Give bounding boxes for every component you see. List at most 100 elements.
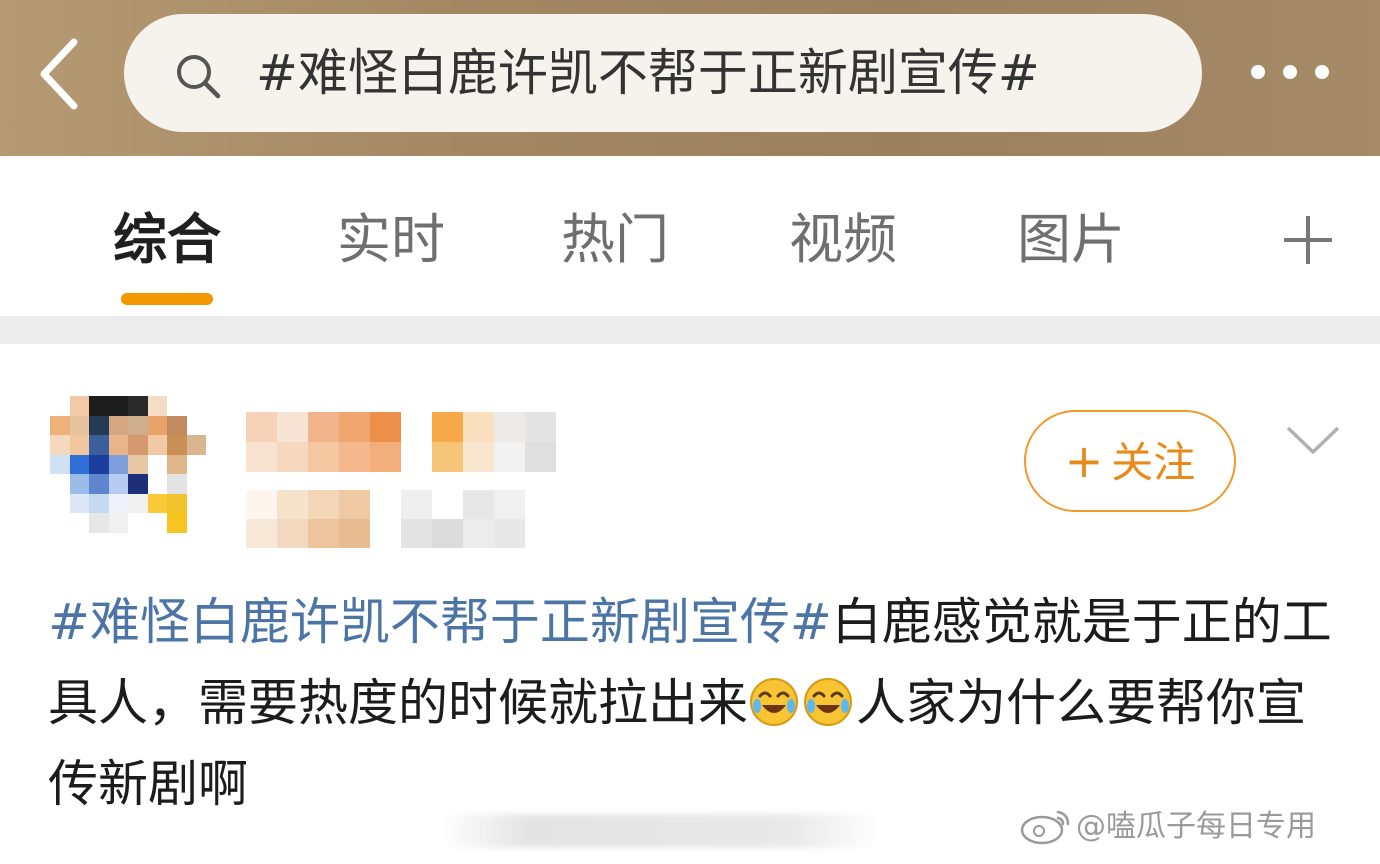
mosaic-pixel	[69, 532, 89, 552]
mosaic-pixel	[432, 442, 463, 472]
mosaic-pixel	[525, 442, 556, 472]
mosaic-pixel	[108, 474, 128, 494]
mosaic-pixel	[147, 493, 167, 513]
mosaic-pixel	[69, 415, 89, 435]
mosaic-pixel	[128, 454, 148, 474]
tab-realtime[interactable]: 实时	[324, 200, 458, 280]
mosaic-pixel	[246, 519, 277, 548]
mosaic-pixel	[494, 519, 525, 548]
mosaic-pixel	[463, 490, 494, 519]
mosaic-pixel	[147, 435, 167, 455]
mosaic-pixel	[89, 493, 109, 513]
tab-images[interactable]: 图片	[1004, 200, 1138, 280]
mosaic-pixel	[167, 435, 187, 455]
post-meta-blurred	[246, 490, 556, 548]
mosaic-pixel	[277, 412, 308, 442]
search-header: #难怪白鹿许凯不帮于正新剧宣传#	[0, 0, 1380, 156]
mosaic-pixel	[370, 442, 401, 472]
mosaic-pixel	[50, 493, 70, 513]
mosaic-pixel	[69, 454, 89, 474]
mosaic-pixel	[50, 415, 70, 435]
mosaic-pixel	[108, 454, 128, 474]
follow-button[interactable]: + 关注	[1024, 410, 1236, 512]
add-tab-button[interactable]	[1280, 212, 1336, 268]
mosaic-pixel	[525, 519, 556, 548]
mosaic-pixel	[186, 474, 206, 494]
mosaic-pixel	[167, 493, 187, 513]
avatar[interactable]	[50, 396, 206, 552]
mosaic-pixel	[339, 490, 370, 519]
mosaic-pixel	[370, 490, 401, 519]
mosaic-pixel	[186, 435, 206, 455]
tab-hot[interactable]: 热门	[548, 200, 682, 280]
plus-icon: +	[1064, 434, 1104, 488]
mosaic-pixel	[432, 519, 463, 548]
post-card: + 关注 #难怪白鹿许凯不帮于正新剧宣传#白鹿感觉就是于正的工具人，需要热度的时候…	[0, 344, 1380, 864]
more-horizontal-icon	[1251, 65, 1329, 79]
mosaic-pixel	[128, 493, 148, 513]
mosaic-pixel	[147, 415, 167, 435]
mosaic-pixel	[50, 532, 70, 552]
mosaic-pixel	[277, 442, 308, 472]
mosaic-pixel	[50, 513, 70, 533]
mosaic-pixel	[128, 435, 148, 455]
mosaic-pixel	[277, 519, 308, 548]
mosaic-pixel	[186, 532, 206, 552]
mosaic-pixel	[432, 412, 463, 442]
search-input[interactable]: #难怪白鹿许凯不帮于正新剧宣传#	[124, 14, 1202, 132]
mosaic-pixel	[89, 454, 109, 474]
tab-comprehensive[interactable]: 综合	[100, 200, 234, 280]
mosaic-pixel	[339, 519, 370, 548]
search-query-text: #难怪白鹿许凯不帮于正新剧宣传#	[256, 44, 1040, 102]
mosaic-pixel	[494, 442, 525, 472]
mosaic-pixel	[50, 435, 70, 455]
mosaic-pixel	[89, 415, 109, 435]
blurred-region	[440, 814, 880, 848]
mosaic-pixel	[147, 474, 167, 494]
mosaic-pixel	[370, 412, 401, 442]
mosaic-pixel	[463, 412, 494, 442]
mosaic-pixel	[167, 454, 187, 474]
mosaic-pixel	[128, 513, 148, 533]
mosaic-pixel	[463, 442, 494, 472]
mosaic-pixel	[401, 490, 432, 519]
mosaic-pixel	[108, 415, 128, 435]
chevron-left-icon	[40, 38, 78, 110]
mosaic-pixel	[167, 474, 187, 494]
mosaic-pixel	[186, 454, 206, 474]
mosaic-pixel	[277, 490, 308, 519]
mosaic-pixel	[147, 513, 167, 533]
mosaic-pixel	[525, 412, 556, 442]
mosaic-pixel	[339, 442, 370, 472]
mosaic-pixel	[69, 396, 89, 416]
active-tab-indicator	[121, 293, 213, 305]
topic-link[interactable]: #难怪白鹿许凯不帮于正新剧宣传#	[48, 593, 832, 651]
mosaic-pixel	[401, 519, 432, 548]
mosaic-pixel	[494, 412, 525, 442]
mosaic-pixel	[167, 415, 187, 435]
mosaic-pixel	[128, 415, 148, 435]
mosaic-pixel	[186, 493, 206, 513]
mosaic-pixel	[246, 490, 277, 519]
mosaic-pixel	[128, 474, 148, 494]
mosaic-pixel	[69, 513, 89, 533]
mosaic-pixel	[69, 493, 89, 513]
mosaic-pixel	[167, 513, 187, 533]
search-icon	[177, 55, 221, 99]
mosaic-pixel	[308, 412, 339, 442]
mosaic-pixel	[186, 513, 206, 533]
mosaic-pixel	[308, 442, 339, 472]
chevron-down-icon	[1286, 426, 1340, 454]
mosaic-pixel	[339, 412, 370, 442]
tab-video[interactable]: 视频	[776, 200, 910, 280]
watermark-text: @嗑瓜子每日专用	[1076, 809, 1316, 844]
mosaic-pixel	[108, 435, 128, 455]
mosaic-pixel	[494, 490, 525, 519]
more-button[interactable]	[1238, 52, 1342, 92]
back-button[interactable]	[30, 34, 90, 114]
post-menu-button[interactable]	[1284, 422, 1342, 456]
mosaic-pixel	[147, 454, 167, 474]
username-blurred[interactable]	[246, 412, 556, 472]
mosaic-pixel	[89, 474, 109, 494]
mosaic-pixel	[50, 396, 70, 416]
